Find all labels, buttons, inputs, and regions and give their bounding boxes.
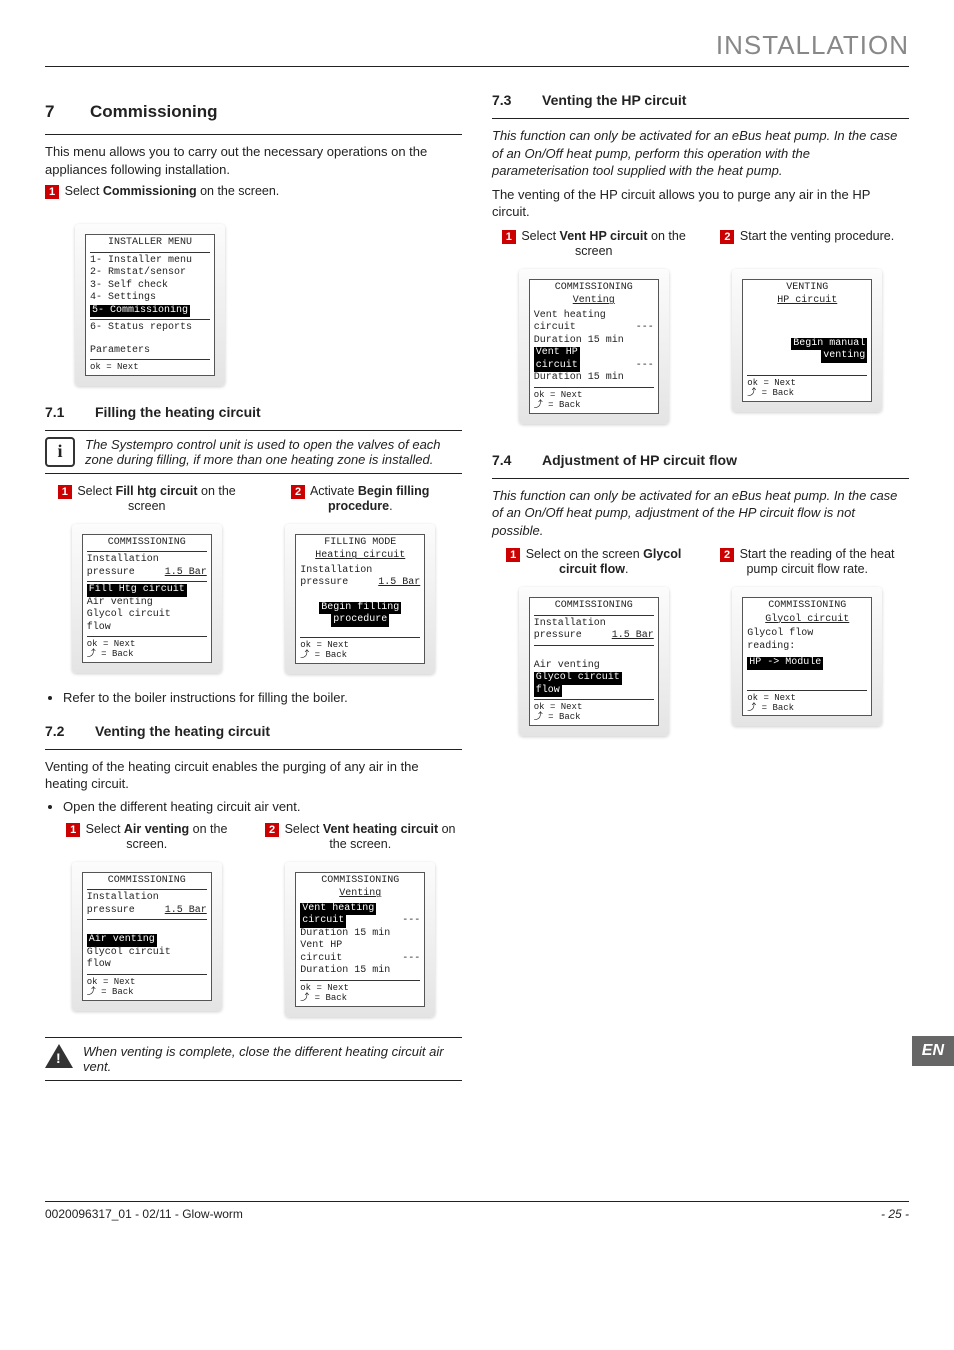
step74-1: 1 Select on the screen Glycol circuit fl… bbox=[492, 547, 696, 579]
language-tab: EN bbox=[912, 1036, 954, 1066]
para73a: This function can only be activated for … bbox=[492, 127, 909, 180]
para74: This function can only be activated for … bbox=[492, 487, 909, 540]
bullet71: Refer to the boiler instructions for fil… bbox=[63, 690, 462, 705]
lcd-73a: COMMISSIONING Venting Vent heating circu… bbox=[529, 279, 659, 414]
sec7-num: 7 bbox=[45, 102, 90, 122]
page-header: INSTALLATION bbox=[45, 30, 909, 67]
page-number: - 25 - bbox=[881, 1207, 909, 1221]
sec73-heading: 7.3Venting the HP circuit bbox=[492, 92, 909, 108]
info-icon: i bbox=[45, 437, 75, 467]
step74-2: 2 Start the reading of the heat pump cir… bbox=[706, 547, 910, 579]
sec7-title: Commissioning bbox=[90, 102, 218, 121]
lcd-73b: VENTING HP circuit Begin manual venting … bbox=[742, 279, 872, 402]
step71-2: 2 Activate Begin filling procedure. bbox=[259, 484, 463, 516]
info-note-71: i The Systempro control unit is used to … bbox=[45, 430, 462, 474]
intro7: This menu allows you to carry out the ne… bbox=[45, 143, 462, 178]
sec7-heading: 7Commissioning bbox=[45, 102, 462, 122]
warn72-text: When venting is complete, close the diff… bbox=[83, 1044, 462, 1074]
bullet72: Open the different heating circuit air v… bbox=[63, 799, 462, 814]
lcd-71b: FILLING MODE Heating circuit Installatio… bbox=[295, 534, 425, 664]
para73b: The venting of the HP circuit allows you… bbox=[492, 186, 909, 221]
sec74-heading: 7.4Adjustment of HP circuit flow bbox=[492, 452, 909, 468]
step73-2: 2 Start the venting procedure. bbox=[706, 229, 910, 261]
warn-note-72: When venting is complete, close the diff… bbox=[45, 1037, 462, 1081]
step73-1: 1 Select Vent HP circuit on the screen bbox=[492, 229, 696, 261]
step72-2: 2 Select Vent heating circuit on the scr… bbox=[259, 822, 463, 854]
red-1: 1 bbox=[45, 185, 59, 199]
lcd-72a: COMMISSIONING Installation pressure1.5 B… bbox=[82, 872, 212, 1001]
page-footer: 0020096317_01 - 02/11 - Glow-worm - 25 - bbox=[45, 1201, 909, 1221]
warning-icon bbox=[45, 1044, 73, 1068]
lcd-72b: COMMISSIONING Venting Vent heating circu… bbox=[295, 872, 425, 1007]
note71-text: The Systempro control unit is used to op… bbox=[85, 437, 462, 467]
lcd-74a: COMMISSIONING Installation pressure1.5 B… bbox=[529, 597, 659, 726]
sec72-heading: 7.2Venting the heating circuit bbox=[45, 723, 462, 739]
lcd-installer-menu: INSTALLER MENU 1- Installer menu 2- Rmst… bbox=[85, 234, 215, 376]
step71-1: 1 Select Fill htg circuit on the screen bbox=[45, 484, 249, 516]
doc-ref: 0020096317_01 - 02/11 - Glow-worm bbox=[45, 1207, 243, 1221]
sec71-heading: 7.1Filling the heating circuit bbox=[45, 404, 462, 420]
lcd-74b: COMMISSIONING Glycol circuit Glycol flow… bbox=[742, 597, 872, 716]
step7-0: 1 Select Commissioning on the screen. bbox=[45, 184, 462, 216]
lcd-71a: COMMISSIONING Installation pressure1.5 B… bbox=[82, 534, 212, 663]
para72: Venting of the heating circuit enables t… bbox=[45, 758, 462, 793]
step72-1: 1 Select Air venting on the screen. bbox=[45, 822, 249, 854]
